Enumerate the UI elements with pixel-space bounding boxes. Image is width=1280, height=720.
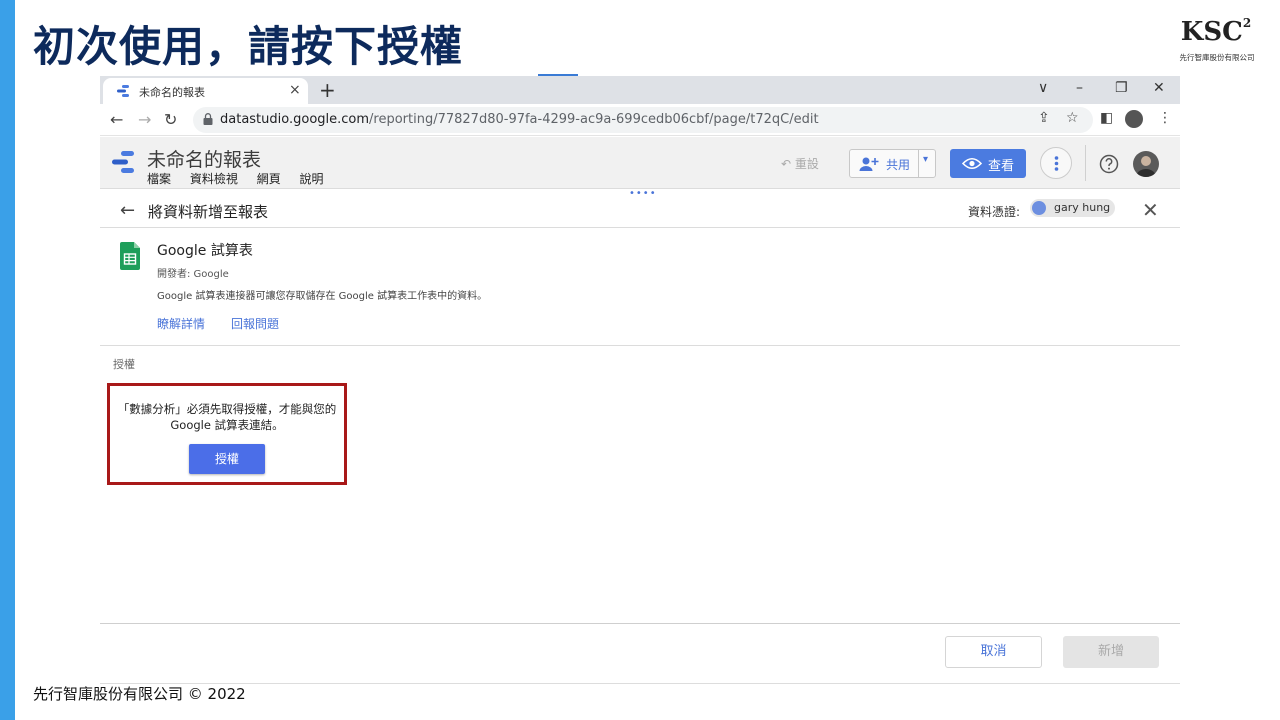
authorization-highlight-box: 「數據分析」必須先取得授權，才能與您的 Google 試算表連結。 授權 xyxy=(107,383,347,485)
new-tab-button[interactable]: + xyxy=(319,78,336,102)
credentials-label: 資料憑證: xyxy=(968,205,1021,219)
avatar-person-icon xyxy=(1136,156,1156,177)
menu-bar: 檔案 資料檢視 網頁 說明 xyxy=(147,170,339,187)
learn-more-link[interactable]: 瞭解詳情 xyxy=(157,315,205,332)
minimize-icon[interactable]: – xyxy=(1076,80,1083,96)
maximize-icon[interactable]: ❐ xyxy=(1115,80,1128,96)
url-path: /reporting/77827d80-97fa-4299-ac9a-699ce… xyxy=(369,112,819,127)
view-button[interactable]: 查看 xyxy=(950,149,1026,178)
connector-name: Google 試算表 xyxy=(157,243,253,259)
authorization-message-line1: 「數據分析」必須先取得授權，才能與您的 xyxy=(117,402,337,416)
connector-developer: 開發者: Google xyxy=(157,269,229,280)
authorization-section-label: 授權 xyxy=(113,358,135,371)
menu-file[interactable]: 檔案 xyxy=(147,172,171,186)
report-title[interactable]: 未命名的報表 xyxy=(147,145,261,172)
footer-divider xyxy=(100,623,1180,624)
app-header: 未命名的報表 檔案 資料檢視 網頁 說明 ↶ 重設 共用 ▾ 查看 xyxy=(100,137,1180,189)
logo-mark: KSC2 xyxy=(1180,14,1252,50)
slide: 初次使用，請按下授權 KSC2 先行智庫股份有限公司 未命名的報表 × + ∨ … xyxy=(0,0,1280,720)
slide-footer: 先行智庫股份有限公司 © 2022 xyxy=(33,685,246,703)
reload-icon[interactable]: ↻ xyxy=(164,110,177,129)
panel-close-icon[interactable]: ✕ xyxy=(1142,198,1159,222)
connector-info: Google 試算表 開發者: Google Google 試算表連接器可讓您存… xyxy=(100,228,1180,346)
address-bar: ← → ↻ datastudio.google.com/reporting/77… xyxy=(100,104,1180,136)
browser-menu-icon[interactable]: ⋮ xyxy=(1158,110,1172,126)
credentials-user-icon xyxy=(1032,201,1046,215)
add-button[interactable]: 新增 xyxy=(1063,636,1159,668)
window-close-icon[interactable]: ✕ xyxy=(1153,80,1165,96)
browser-window: 未命名的報表 × + ∨ – ❐ ✕ ← → ↻ datastudio.goog… xyxy=(100,76,1180,684)
menu-help[interactable]: 說明 xyxy=(300,172,324,186)
report-issue-link[interactable]: 回報問題 xyxy=(231,315,279,332)
logo-text: KSC xyxy=(1180,17,1243,47)
back-arrow-icon[interactable]: ← xyxy=(110,110,123,129)
url-host: datastudio.google.com xyxy=(220,112,370,127)
more-vert-icon xyxy=(1054,156,1059,171)
lock-icon xyxy=(203,113,213,125)
tab-strip: 未命名的報表 × + ∨ – ❐ ✕ xyxy=(100,76,1180,104)
slide-title: 初次使用，請按下授權 xyxy=(33,22,464,71)
forward-arrow-icon[interactable]: → xyxy=(138,110,151,129)
add-person-icon xyxy=(859,157,879,171)
eye-icon xyxy=(962,157,982,170)
left-accent-bar xyxy=(0,0,15,720)
logo-sup: 2 xyxy=(1242,16,1252,30)
authorize-button[interactable]: 授權 xyxy=(189,444,265,474)
user-avatar[interactable] xyxy=(1133,151,1159,177)
authorization-message: 「數據分析」必須先取得授權，才能與您的 Google 試算表連結。 xyxy=(110,401,344,433)
browser-tab[interactable]: 未命名的報表 × xyxy=(103,78,308,104)
url-text: datastudio.google.com/reporting/77827d80… xyxy=(220,112,819,127)
menu-page[interactable]: 網頁 xyxy=(257,172,281,186)
more-options-button[interactable] xyxy=(1040,147,1072,179)
tab-close-icon[interactable]: × xyxy=(289,82,301,98)
header-divider xyxy=(1085,145,1086,181)
share-button[interactable]: 共用 ▾ xyxy=(849,149,936,178)
menu-data-view[interactable]: 資料檢視 xyxy=(190,172,238,186)
tab-search-icon[interactable]: ∨ xyxy=(1038,80,1048,96)
ksc-logo: KSC2 先行智庫股份有限公司 xyxy=(1172,14,1262,66)
profile-avatar[interactable] xyxy=(1125,110,1143,128)
google-sheets-icon xyxy=(120,242,140,270)
logo-caption: 先行智庫股份有限公司 xyxy=(1179,53,1255,62)
reset-label: 重設 xyxy=(794,157,819,171)
cancel-button[interactable]: 取消 xyxy=(945,636,1042,668)
data-studio-logo-icon xyxy=(112,151,134,173)
share-dropdown-icon[interactable]: ▾ xyxy=(923,154,928,165)
credentials-user: gary hung xyxy=(1054,201,1111,214)
tab-title: 未命名的報表 xyxy=(139,86,205,99)
url-field[interactable]: datastudio.google.com/reporting/77827d80… xyxy=(193,107,1093,133)
bookmark-star-icon[interactable]: ☆ xyxy=(1066,110,1079,126)
panel-title: 將資料新增至報表 xyxy=(148,203,269,221)
data-studio-icon xyxy=(117,85,129,97)
authorization-message-line2: Google 試算表連結。 xyxy=(170,418,284,432)
reset-button[interactable]: ↶ 重設 xyxy=(771,149,833,177)
side-panel-icon[interactable]: ◧ xyxy=(1100,110,1113,126)
share-label: 共用 xyxy=(886,158,911,172)
connector-description: Google 試算表連接器可讓您存取儲存在 Google 試算表工作表中的資料。 xyxy=(157,291,488,302)
panel-back-icon[interactable]: ← xyxy=(120,200,135,221)
panel-header: ← 將資料新增至報表 資料憑證: gary hung ✕ xyxy=(100,192,1180,228)
share-divider xyxy=(918,150,919,177)
view-label: 查看 xyxy=(988,159,1015,174)
credentials-chip[interactable]: gary hung xyxy=(1030,199,1115,217)
share-page-icon[interactable]: ⇪ xyxy=(1038,110,1050,126)
undo-icon: ↶ xyxy=(781,157,795,171)
help-icon[interactable] xyxy=(1099,154,1119,174)
